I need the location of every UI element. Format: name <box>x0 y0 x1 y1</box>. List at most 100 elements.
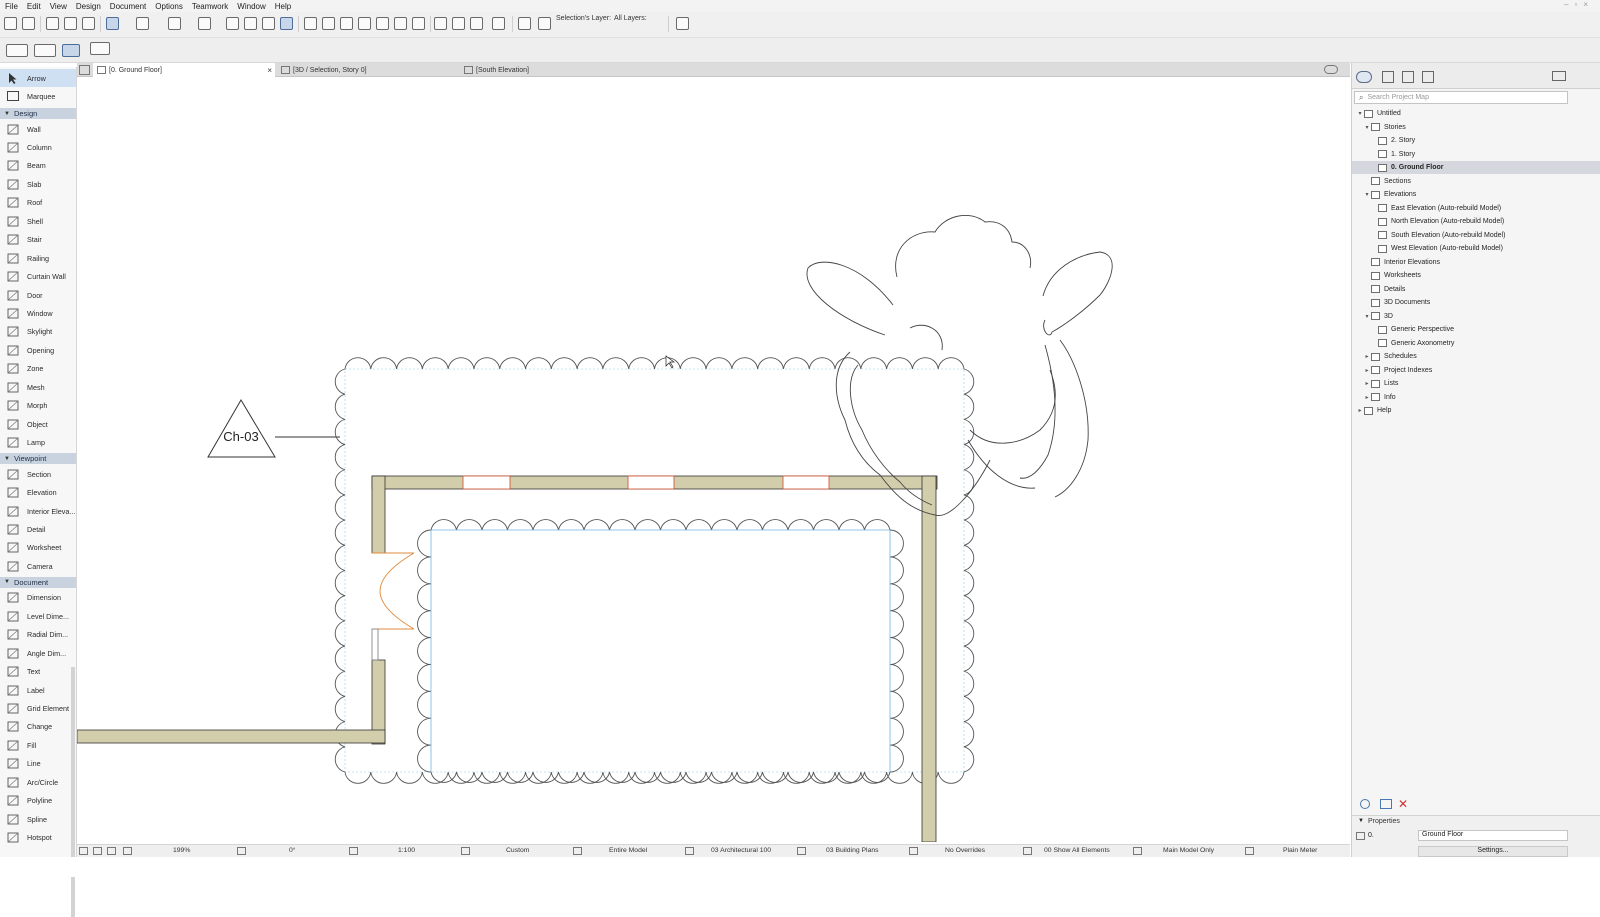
zoom-out-icon[interactable] <box>123 847 132 855</box>
inner-revision-cloud[interactable] <box>417 519 904 783</box>
refresh-icon[interactable] <box>676 17 689 30</box>
tool-column[interactable]: Column <box>0 138 76 156</box>
expand-icon[interactable]: ▾ <box>1363 124 1371 131</box>
publisher-icon[interactable] <box>1422 71 1434 83</box>
tree-item[interactable]: 1. Story <box>1352 148 1600 161</box>
tool-lamp[interactable]: Lamp <box>0 434 76 452</box>
graphic-override-icon[interactable] <box>470 17 483 30</box>
tree-item[interactable]: ▾ Stories <box>1352 121 1600 134</box>
tool-text[interactable]: Text <box>0 663 76 681</box>
menu-file[interactable]: File <box>5 2 18 11</box>
tab-3d-selection[interactable]: [3D / Selection, Story 0] <box>277 63 459 77</box>
tab-ground-floor[interactable]: [0. Ground Floor] × <box>93 63 275 77</box>
tool-radial-dim[interactable]: Radial Dim... <box>0 626 76 644</box>
group-icon[interactable] <box>262 17 275 30</box>
collapse-icon[interactable]: ▸ <box>1363 394 1371 401</box>
tool-object[interactable]: Object <box>0 415 76 433</box>
toolbox-group-document[interactable]: ▼ Document <box>0 576 76 588</box>
tool-interior-eleva[interactable]: Interior Eleva... <box>0 502 76 520</box>
tool-camera[interactable]: Camera <box>0 557 76 575</box>
tree-item[interactable]: South Elevation (Auto-rebuild Model) <box>1352 229 1600 242</box>
undo-icon[interactable] <box>4 17 17 30</box>
trace-reference-icon[interactable] <box>492 17 505 30</box>
explode-icon[interactable] <box>412 17 425 30</box>
tree-item[interactable]: ▸ Schedules <box>1352 350 1600 363</box>
structure-icon[interactable] <box>461 847 470 855</box>
collapse-icon[interactable]: ▸ <box>1363 353 1371 360</box>
eyedropper-icon[interactable] <box>64 17 77 30</box>
menu-icon[interactable] <box>1552 71 1566 81</box>
orbit-icon[interactable] <box>62 44 80 57</box>
tool-stair[interactable]: Stair <box>0 231 76 249</box>
toolbox-group-design[interactable]: ▼ Design <box>0 108 76 119</box>
tree-item[interactable]: Details <box>1352 283 1600 296</box>
close-icon[interactable]: × <box>267 66 272 75</box>
tool-morph[interactable]: Morph <box>0 397 76 415</box>
tool-worksheet[interactable]: Worksheet <box>0 539 76 557</box>
tree-item[interactable]: Generic Axonometry <box>1352 337 1600 350</box>
tool-beam[interactable]: Beam <box>0 157 76 175</box>
renovation-icon[interactable] <box>1023 847 1032 855</box>
new-view-icon[interactable] <box>1380 799 1392 809</box>
tree-item[interactable]: ▸ Project Indexes <box>1352 364 1600 377</box>
tree-item[interactable]: North Elevation (Auto-rebuild Model) <box>1352 215 1600 228</box>
tool-window[interactable]: Window <box>0 305 76 323</box>
tool-fill[interactable]: Fill <box>0 736 76 754</box>
tree-item[interactable]: Generic Perspective <box>1352 323 1600 336</box>
view-map-icon[interactable] <box>34 44 56 57</box>
toolbox-group-viewpoint[interactable]: ▼ Viewpoint <box>0 453 76 465</box>
settings-button[interactable]: Settings... <box>1418 846 1568 857</box>
tool-roof[interactable]: Roof <box>0 194 76 212</box>
search-input[interactable]: ⌕ Search Project Map <box>1354 91 1568 104</box>
layout-book-icon[interactable] <box>1402 71 1414 83</box>
adjust-icon[interactable] <box>358 17 371 30</box>
redo-icon[interactable] <box>22 17 35 30</box>
split-icon[interactable] <box>340 17 353 30</box>
delete-icon[interactable]: ✕ <box>1398 797 1408 811</box>
offset-icon[interactable] <box>394 17 407 30</box>
tool-arc-circle[interactable]: Arc/Circle <box>0 773 76 791</box>
tree-item[interactable]: 3D Documents <box>1352 296 1600 309</box>
menu-edit[interactable]: Edit <box>27 2 41 11</box>
window-controls[interactable]: –▫× <box>1564 0 1594 9</box>
tool-marquee[interactable]: Marquee <box>0 87 76 105</box>
tool-grid-element[interactable]: Grid Element <box>0 700 76 718</box>
layout-icon[interactable] <box>6 44 28 57</box>
layer-combination-icon[interactable] <box>452 17 465 30</box>
tool-section[interactable]: Section <box>0 465 76 483</box>
design-options-icon[interactable] <box>1133 847 1142 855</box>
layer-lock-icon[interactable] <box>538 17 551 30</box>
menu-teamwork[interactable]: Teamwork <box>192 2 228 11</box>
tree-item[interactable]: ▸ Help <box>1352 404 1600 417</box>
cloud-icon[interactable] <box>1324 65 1338 74</box>
selection-method-icon[interactable] <box>106 17 119 30</box>
tool-change[interactable]: Change <box>0 718 76 736</box>
tool-level-dime[interactable]: Level Dime... <box>0 607 76 625</box>
tool-door[interactable]: Door <box>0 286 76 304</box>
tool-opening[interactable]: Opening <box>0 341 76 359</box>
overrides-value[interactable]: No Overrides <box>945 847 985 854</box>
pen-set-icon[interactable] <box>685 847 694 855</box>
tool-polyline[interactable]: Polyline <box>0 792 76 810</box>
tool-line[interactable]: Line <box>0 755 76 773</box>
view-map-icon[interactable] <box>1382 71 1394 83</box>
collapse-icon[interactable]: ▸ <box>1363 380 1371 387</box>
expand-icon[interactable]: ▾ <box>1356 110 1364 117</box>
dimension-value[interactable]: Plain Meter <box>1283 847 1317 854</box>
tool-mesh[interactable]: Mesh <box>0 378 76 396</box>
menu-help[interactable]: Help <box>275 2 291 11</box>
tool-wall[interactable]: Wall <box>0 120 76 138</box>
tree-item[interactable]: Sections <box>1352 175 1600 188</box>
zoom-in-icon[interactable] <box>107 847 116 855</box>
tree-item[interactable]: ▾ Elevations <box>1352 188 1600 201</box>
tool-shell[interactable]: Shell <box>0 212 76 230</box>
fillet-icon[interactable] <box>376 17 389 30</box>
tool-spline[interactable]: Spline <box>0 810 76 828</box>
tree-item[interactable]: 0. Ground Floor <box>1352 161 1600 174</box>
tree-item[interactable]: Worksheets <box>1352 269 1600 282</box>
tool-angle-dim[interactable]: Angle Dim... <box>0 644 76 662</box>
menu-options[interactable]: Options <box>155 2 183 11</box>
structure-value[interactable]: Custom <box>506 847 529 854</box>
flag-icon[interactable] <box>434 17 447 30</box>
tool-detail[interactable]: Detail <box>0 520 76 538</box>
